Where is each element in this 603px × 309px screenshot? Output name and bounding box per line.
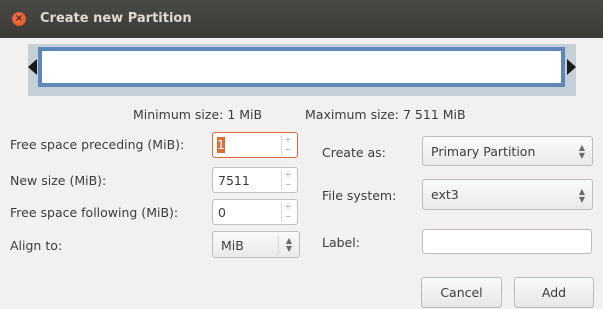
new-size-label: New size (MiB): — [10, 173, 107, 188]
spinner-arrows-icon[interactable]: + − — [281, 202, 294, 222]
spinner-arrows-icon[interactable]: + − — [281, 135, 294, 155]
close-icon[interactable]: × — [12, 12, 26, 26]
align-to-label: Align to: — [10, 238, 63, 253]
free-space-following-value[interactable]: 0 — [218, 205, 226, 220]
add-button[interactable]: Add — [514, 277, 594, 308]
align-to-combo[interactable]: MiB ▲ ▼ — [212, 231, 300, 258]
file-system-value: ext3 — [431, 187, 459, 202]
combo-separator — [278, 236, 279, 254]
title-bar: × Create new Partition — [0, 0, 603, 38]
file-system-label: File system: — [322, 188, 397, 203]
cancel-button[interactable]: Cancel — [421, 277, 502, 308]
minimum-size-label: Minimum size: 1 MiB — [133, 107, 263, 122]
free-space-following-spinner[interactable]: 0 + − — [212, 199, 298, 225]
dialog-title: Create new Partition — [40, 11, 192, 26]
create-partition-dialog: × Create new Partition Minimum size: 1 M… — [0, 0, 603, 309]
left-resize-handle-icon[interactable] — [28, 59, 37, 75]
align-to-value: MiB — [221, 238, 244, 253]
free-space-preceding-spinner[interactable]: 1 + − — [212, 132, 298, 158]
right-resize-handle-icon[interactable] — [567, 59, 576, 75]
free-space-preceding-value[interactable]: 1 — [217, 137, 225, 153]
combo-arrows-icon: ▲ ▼ — [285, 236, 293, 253]
free-space-preceding-label: Free space preceding (MiB): — [10, 137, 185, 152]
create-as-combo[interactable]: Primary Partition ▲ ▼ — [422, 136, 593, 166]
partition-label-label: Label: — [322, 235, 360, 250]
maximum-size-label: Maximum size: 7 511 MiB — [305, 107, 466, 122]
partition-label-input[interactable] — [422, 229, 592, 254]
create-as-label: Create as: — [322, 145, 386, 160]
new-size-value[interactable]: 7511 — [218, 173, 250, 188]
combo-arrows-icon: ▲ ▼ — [578, 187, 586, 204]
create-as-value: Primary Partition — [431, 144, 536, 159]
combo-arrows-icon: ▲ ▼ — [578, 143, 586, 160]
new-size-spinner[interactable]: 7511 + − — [212, 167, 298, 193]
free-space-following-label: Free space following (MiB): — [10, 205, 179, 220]
spinner-arrows-icon[interactable]: + − — [281, 170, 294, 190]
file-system-combo[interactable]: ext3 ▲ ▼ — [422, 179, 593, 210]
partition-resize-bar[interactable] — [38, 47, 565, 87]
